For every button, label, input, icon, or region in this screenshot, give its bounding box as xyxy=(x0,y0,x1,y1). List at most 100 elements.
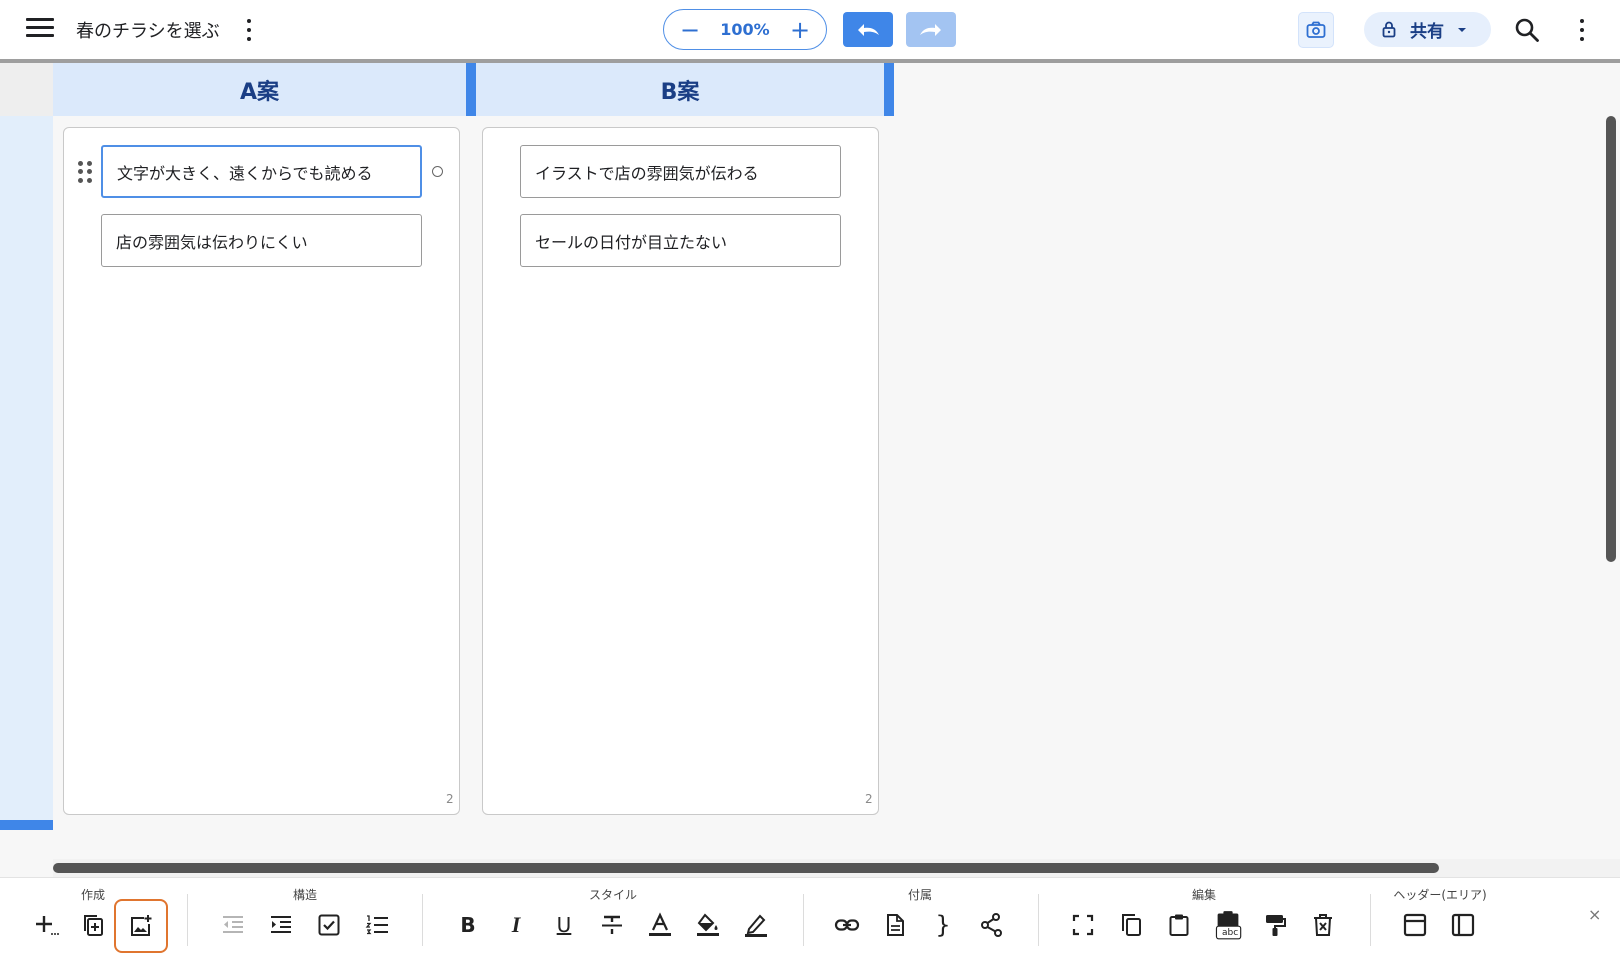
add-card-button[interactable] xyxy=(29,908,63,942)
outdent-button[interactable] xyxy=(216,908,250,942)
camera-icon xyxy=(1306,21,1326,38)
side-header-icon xyxy=(1451,913,1475,937)
clipboard-icon xyxy=(1169,914,1189,936)
lock-icon xyxy=(1382,21,1396,38)
duplicate-icon xyxy=(84,915,103,936)
document-title[interactable]: 春のチラシを選ぶ xyxy=(76,17,220,43)
drag-handle-icon[interactable] xyxy=(78,161,92,183)
share-button[interactable]: 共有 xyxy=(1364,12,1491,47)
card-b-1[interactable]: イラストで店の雰囲気が伝わる xyxy=(520,145,841,198)
relation-button[interactable] xyxy=(974,908,1008,942)
copy-icon xyxy=(1122,914,1141,936)
left-strip-marker xyxy=(0,820,53,830)
search-icon xyxy=(1515,18,1539,42)
more-options-icon[interactable] xyxy=(1579,19,1585,41)
redo-icon xyxy=(920,23,941,36)
link-button[interactable] xyxy=(830,908,864,942)
group-label-edit: 編集 xyxy=(1191,888,1217,902)
zoom-in-button[interactable]: + xyxy=(788,18,812,42)
text-color-icon xyxy=(649,912,671,936)
card-b-2[interactable]: セールの日付が目立たない xyxy=(520,214,841,267)
italic-button[interactable]: I xyxy=(499,908,533,942)
numbered-list-button[interactable] xyxy=(360,908,394,942)
column-header-b[interactable]: B案 xyxy=(476,63,884,116)
indent-button[interactable] xyxy=(264,908,298,942)
horizontal-scrollbar[interactable] xyxy=(53,863,1439,873)
note-button[interactable] xyxy=(878,908,912,942)
outdent-icon xyxy=(223,916,243,933)
underline-button[interactable]: U xyxy=(547,908,581,942)
brace-icon: } xyxy=(935,911,951,939)
highlight-button[interactable] xyxy=(739,908,773,942)
select-all-button[interactable] xyxy=(1066,908,1100,942)
zoom-out-button[interactable]: − xyxy=(678,18,702,42)
group-label-header-area: ヘッダー(エリア) xyxy=(1393,888,1487,902)
search-button[interactable] xyxy=(1514,17,1540,43)
document-icon xyxy=(887,914,904,936)
bold-button[interactable]: B xyxy=(451,908,485,942)
toolbar-separator xyxy=(187,894,188,946)
checkbox-icon xyxy=(318,914,340,936)
toolbar-separator xyxy=(1038,894,1039,946)
indent-icon xyxy=(271,916,291,933)
column-resize-handle-b[interactable] xyxy=(884,63,894,116)
paste-button[interactable] xyxy=(1162,908,1196,942)
bold-icon: B xyxy=(460,913,476,937)
connector-handle-icon[interactable] xyxy=(432,166,443,177)
underline-icon: U xyxy=(556,913,572,937)
left-area-strip[interactable] xyxy=(0,116,53,824)
undo-button[interactable] xyxy=(843,12,893,47)
redo-button[interactable] xyxy=(906,12,956,47)
bottom-toolbar: 作成 構造 スタイル 付属 編集 ヘッダー(エリア) B I U} abc xyxy=(0,877,1620,958)
brace-button[interactable]: } xyxy=(926,908,960,942)
group-label-style: スタイル xyxy=(588,888,638,902)
screenshot-button[interactable] xyxy=(1298,12,1334,48)
copy-button[interactable] xyxy=(1114,908,1148,942)
text-color-button[interactable] xyxy=(643,908,677,942)
zoom-control: − 100% + xyxy=(663,9,827,50)
add-image-icon xyxy=(131,915,152,936)
top-header-icon xyxy=(1403,913,1427,937)
left-strip-corner xyxy=(0,63,53,116)
delete-button[interactable] xyxy=(1306,908,1340,942)
fill-color-icon xyxy=(697,913,719,936)
italic-icon: I xyxy=(511,912,521,937)
group-label-attachments: 付属 xyxy=(907,888,933,902)
menu-icon[interactable] xyxy=(26,18,54,40)
plus-icon xyxy=(36,916,59,935)
vertical-scrollbar[interactable] xyxy=(1606,116,1616,562)
paste-as-text-button[interactable]: abc xyxy=(1211,908,1245,942)
strikethrough-icon xyxy=(602,915,622,934)
top-bar: 春のチラシを選ぶ − 100% + 共有 xyxy=(0,0,1620,59)
share-label: 共有 xyxy=(1410,22,1444,42)
title-more-icon[interactable] xyxy=(246,19,252,41)
numbered-list-icon xyxy=(365,915,388,935)
add-image-button[interactable] xyxy=(114,899,168,953)
strikethrough-button[interactable] xyxy=(595,908,629,942)
column-panel-a[interactable]: 文字が大きく、遠くからでも読める 店の雰囲気は伝わりにくい 2 xyxy=(63,127,460,815)
close-toolbar-icon[interactable]: × xyxy=(1588,905,1601,924)
zoom-level[interactable]: 100% xyxy=(720,20,769,39)
column-resize-handle-a[interactable] xyxy=(466,63,476,116)
checkbox-button[interactable] xyxy=(312,908,346,942)
toolbar-separator xyxy=(1370,894,1371,946)
paste-text-label: abc xyxy=(1222,928,1239,938)
link-icon xyxy=(834,919,860,931)
column-header-a[interactable]: A案 xyxy=(53,63,466,116)
toolbar-separator xyxy=(803,894,804,946)
toolbar-separator xyxy=(422,894,423,946)
trash-icon xyxy=(1314,914,1332,936)
header-left-button[interactable] xyxy=(1446,908,1480,942)
duplicate-button[interactable] xyxy=(76,908,110,942)
header-top-button[interactable] xyxy=(1398,908,1432,942)
card-count-b: 2 xyxy=(865,792,873,806)
select-frame-icon xyxy=(1072,914,1094,936)
undo-icon xyxy=(858,23,879,36)
card-a-2[interactable]: 店の雰囲気は伝わりにくい xyxy=(101,214,422,267)
card-count-a: 2 xyxy=(446,792,454,806)
card-a-1[interactable]: 文字が大きく、遠くからでも読める xyxy=(101,145,422,198)
format-painter-button[interactable] xyxy=(1258,908,1292,942)
share-nodes-icon xyxy=(981,913,1002,937)
column-panel-b[interactable]: イラストで店の雰囲気が伝わる セールの日付が目立たない 2 xyxy=(482,127,879,815)
fill-color-button[interactable] xyxy=(691,908,725,942)
